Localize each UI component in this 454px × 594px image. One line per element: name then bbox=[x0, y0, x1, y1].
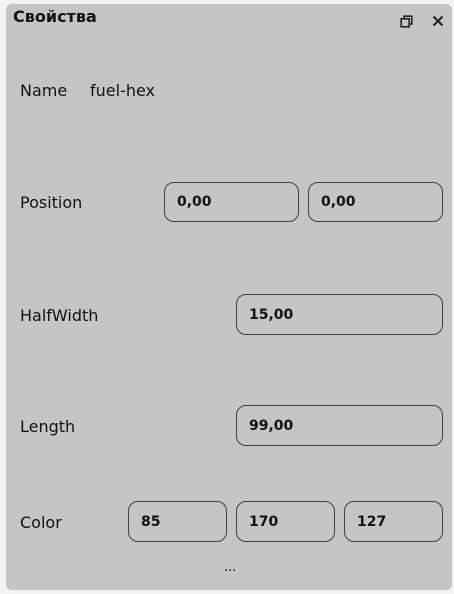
more-indicator: ... bbox=[224, 560, 237, 575]
close-button[interactable] bbox=[430, 13, 446, 29]
position-label: Position bbox=[20, 193, 83, 212]
color-g-input[interactable] bbox=[236, 501, 335, 542]
color-r-input[interactable] bbox=[128, 501, 227, 542]
name-value: fuel-hex bbox=[90, 81, 156, 100]
length-label: Length bbox=[20, 417, 76, 436]
restore-window-button[interactable] bbox=[398, 13, 414, 29]
color-b-input[interactable] bbox=[344, 501, 443, 542]
close-icon bbox=[432, 15, 444, 27]
length-input[interactable] bbox=[236, 405, 443, 446]
position-x-input[interactable] bbox=[164, 182, 299, 222]
name-label: Name bbox=[20, 81, 68, 100]
restore-window-icon bbox=[399, 14, 413, 28]
position-y-input[interactable] bbox=[308, 182, 443, 222]
halfwidth-label: HalfWidth bbox=[20, 306, 99, 325]
panel-title: Свойства bbox=[13, 7, 97, 26]
color-label: Color bbox=[20, 513, 62, 532]
properties-panel: Свойства Name fuel-hex Position HalfWidt… bbox=[6, 4, 452, 590]
halfwidth-input[interactable] bbox=[236, 294, 443, 335]
